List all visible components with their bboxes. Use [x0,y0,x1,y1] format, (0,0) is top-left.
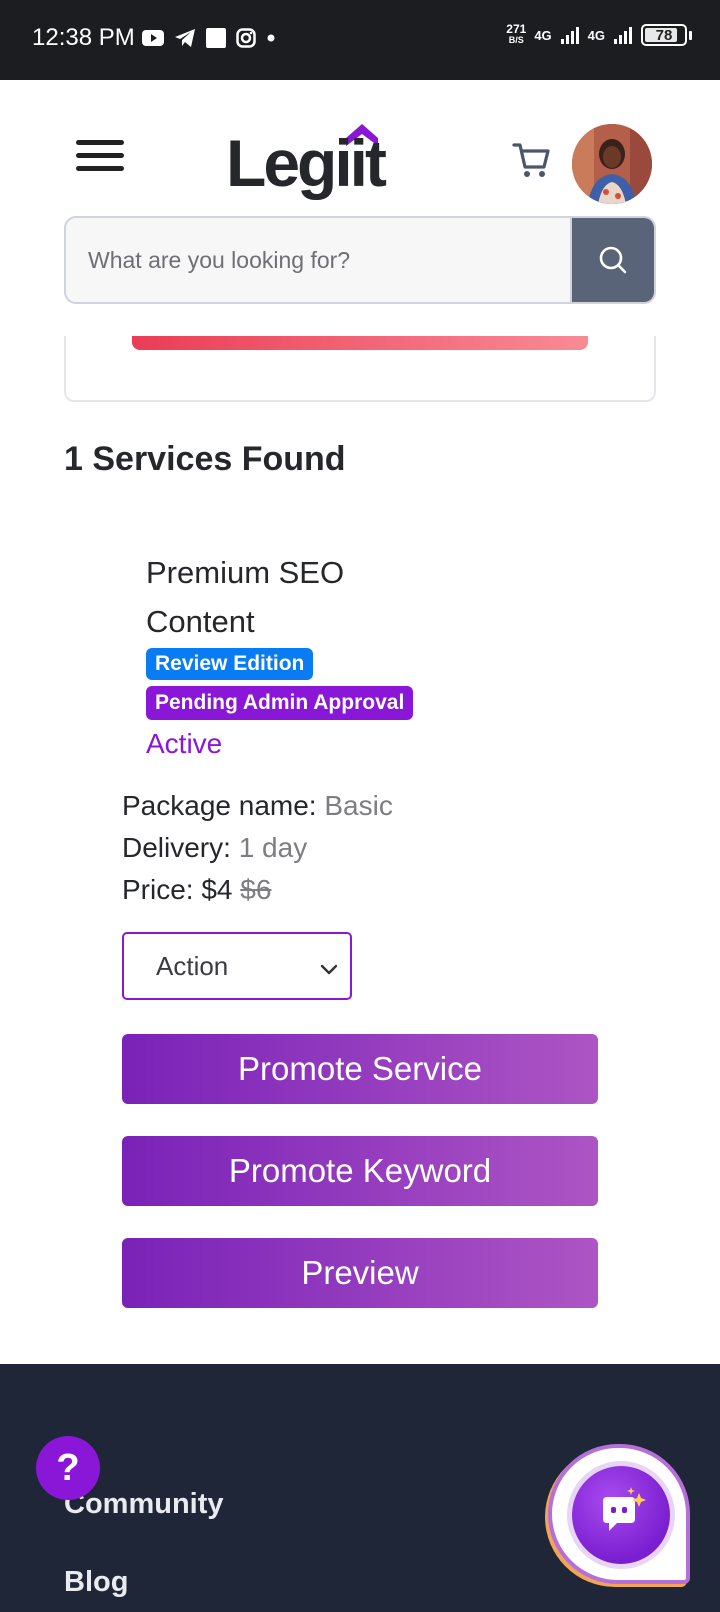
system-indicators: 271 B/S 4G 4G 78 [506,22,692,46]
battery-level: 78 [655,26,673,44]
results-count: 1 Services Found [64,440,346,478]
menu-icon[interactable] [76,140,124,176]
service-status: Active [146,728,223,759]
chat-widget[interactable] [548,1444,690,1584]
avatar-photo [572,124,652,204]
search-icon [599,246,627,274]
network-rate: 271 B/S [506,22,527,46]
network-type-2: 4G [587,27,605,43]
youtube-icon [142,30,164,46]
network-rate-unit: B/S [508,35,524,45]
battery-icon: 78 [641,24,687,46]
cart-icon[interactable] [512,140,552,180]
action-dropdown[interactable]: Action [122,932,352,1000]
instagram-icon [236,28,256,48]
delivery-info: Delivery: 1 day [122,832,307,864]
legiit-logo[interactable]: Legiit [226,116,410,206]
help-button[interactable]: ? [36,1436,100,1500]
footer-link-blog[interactable]: Blog [64,1566,128,1599]
action-dropdown-value: Action [156,950,229,981]
search-button[interactable] [570,218,654,302]
service-title[interactable]: Premium SEO Content [146,548,446,646]
price-label: Price: [122,874,194,905]
package-info: Package name: Basic [122,790,393,822]
delivery-value: 1 day [238,832,308,863]
app-square-icon [206,28,226,48]
price-original: $6 [240,874,272,905]
status-time: 12:38 PM [32,24,135,51]
user-avatar[interactable] [572,124,652,204]
summary-card [64,336,656,402]
chevron-down-icon [320,964,338,975]
network-rate-value: 271 [506,22,527,36]
price-info: Price: $4 $6 [122,874,271,906]
pending-approval-badge: Pending Admin Approval [146,686,414,720]
promote-service-button[interactable]: Promote Service [122,1034,598,1104]
more-dot-icon [267,34,275,42]
notification-icons [142,28,276,48]
promote-keyword-button[interactable]: Promote Keyword [122,1136,598,1206]
status-bar: 12:38 PM 271 B/S 4G 4G 78 [0,0,720,80]
price-value: $4 [201,874,233,905]
signal-icon [560,27,579,44]
help-icon: ? [56,1446,80,1489]
search-input[interactable] [66,218,570,302]
signal-icon-2 [614,27,632,44]
search-bar [64,216,656,304]
battery-tip [689,30,692,40]
site-header: Legiit [0,80,720,210]
review-edition-badge: Review Edition [146,648,314,680]
telegram-icon [175,29,195,47]
package-value: Basic [324,790,393,821]
logo-text: Legiit [226,126,387,200]
network-type-1: 4G [534,27,552,43]
delivery-label: Delivery: [122,832,231,863]
progress-bar [132,336,588,350]
package-label: Package name: [122,790,317,821]
preview-button[interactable]: Preview [122,1238,598,1308]
chat-button[interactable] [572,1466,670,1564]
chat-bot-icon [603,1487,646,1531]
